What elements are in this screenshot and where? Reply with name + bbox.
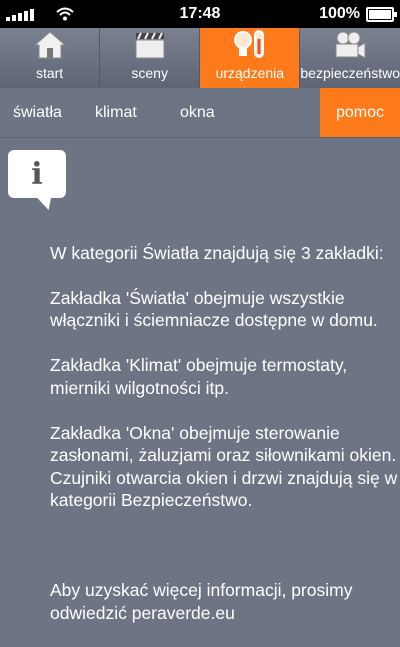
signal-strength-icon: [6, 7, 34, 21]
tab-bezpieczenstwo[interactable]: bezpieczeństwo: [300, 28, 400, 88]
help-line: W kategorii Światła znajdują się 3 zakła…: [50, 242, 384, 263]
battery-percent: 100%: [319, 5, 360, 22]
tab-start[interactable]: start: [0, 28, 101, 88]
tab-start-label: start: [35, 65, 64, 81]
subtab-swiatla[interactable]: światła: [0, 88, 95, 137]
subtab-klimat[interactable]: klimat: [95, 88, 180, 137]
tab-bezpieczenstwo-label: bezpieczeństwo: [300, 65, 400, 81]
tab-urzadzenia-label: urządzenia: [215, 65, 285, 81]
info-icon: i: [8, 150, 66, 198]
clapperboard-icon: [135, 32, 165, 59]
wifi-icon: [56, 7, 74, 21]
bulb-thermometer-icon: [233, 30, 264, 58]
help-line: Zakładka 'Światła' obejmuje wszystkie wł…: [50, 287, 378, 331]
status-bar: 17:48 100%: [0, 0, 400, 28]
help-line: Zakładka 'Okna' obejmuje sterowanie zasł…: [50, 422, 398, 511]
sub-tab-bar: światła klimat okna pomoc: [0, 88, 400, 138]
help-line: Aby uzyskać więcej informacji, prosimy o…: [50, 580, 353, 623]
tab-sceny-label: sceny: [131, 65, 168, 81]
tab-sceny[interactable]: sceny: [100, 28, 201, 88]
subtab-pomoc[interactable]: pomoc: [320, 88, 400, 137]
help-line: [50, 534, 398, 557]
tab-urzadzenia[interactable]: urządzenia: [200, 28, 301, 88]
help-line: Zakładka 'Klimat' obejmuje termostaty, m…: [50, 355, 348, 398]
help-text: W kategorii Światła znajdują się 3 zakła…: [50, 219, 398, 647]
battery-icon: [366, 6, 397, 22]
main-tab-bar: start sceny urządzenia bezpieczeństwo: [0, 28, 400, 88]
subtab-okna[interactable]: okna: [180, 88, 320, 137]
camera-icon: [335, 31, 366, 59]
home-icon: [33, 31, 66, 59]
